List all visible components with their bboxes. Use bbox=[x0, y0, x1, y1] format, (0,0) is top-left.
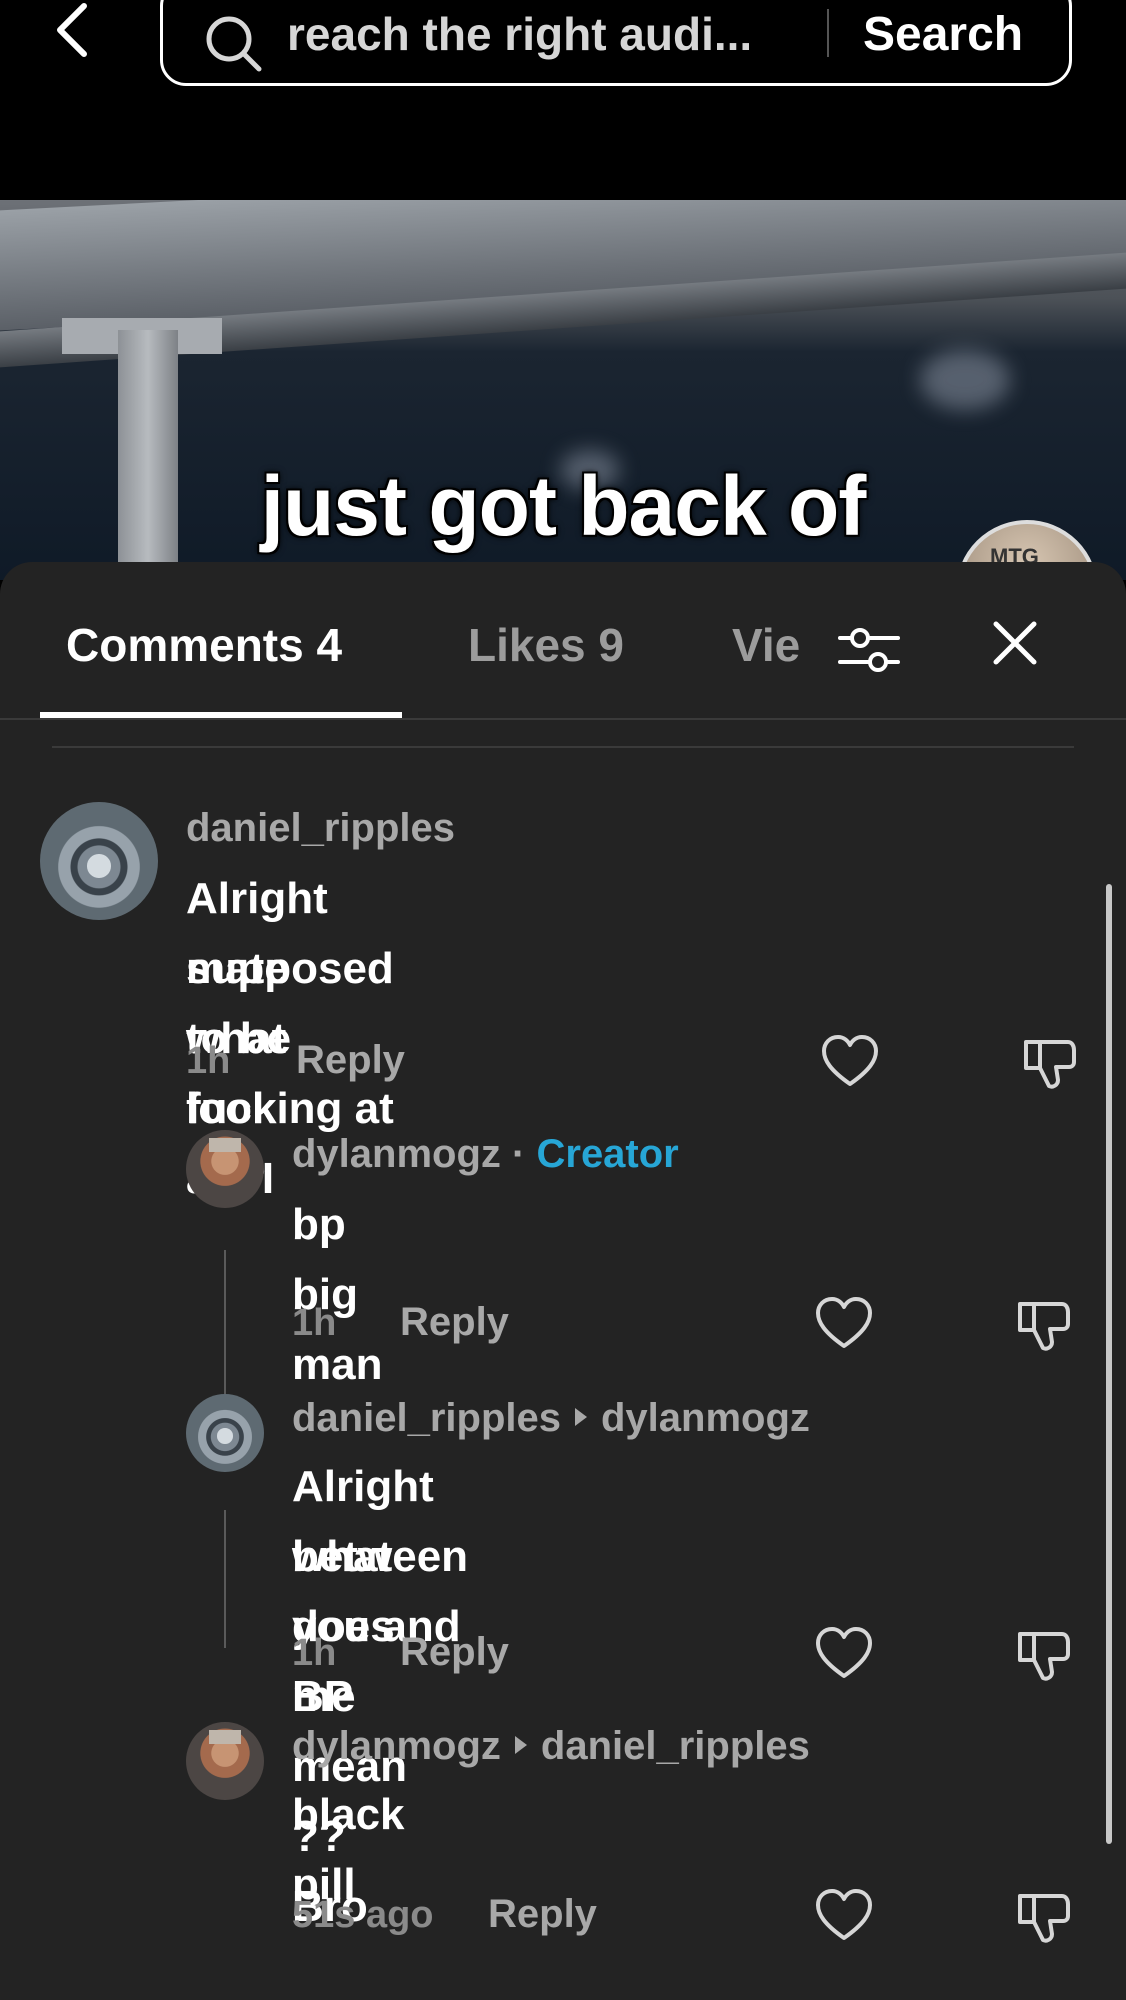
list-divider bbox=[52, 746, 1074, 748]
comment-time: 51s ago bbox=[292, 1894, 434, 1936]
tab-comments[interactable]: Comments 4 bbox=[66, 618, 342, 672]
top-bar: reach the right audi... Search bbox=[0, 0, 1126, 200]
close-icon[interactable] bbox=[990, 618, 1040, 668]
reply-username[interactable]: daniel_ripples bbox=[292, 1396, 561, 1440]
video-light bbox=[920, 350, 1010, 410]
reply-to-username[interactable]: dylanmogz bbox=[601, 1396, 810, 1440]
comment-time: 1h bbox=[292, 1302, 337, 1344]
thread-line bbox=[224, 1250, 226, 1412]
search-icon bbox=[206, 16, 262, 72]
comment-time: 1h bbox=[292, 1632, 337, 1674]
heart-icon[interactable] bbox=[814, 1624, 874, 1684]
comment-username[interactable]: daniel_ripples bbox=[186, 806, 455, 851]
heart-icon[interactable] bbox=[814, 1886, 874, 1946]
username-separator: · bbox=[512, 1132, 526, 1176]
comment-username: daniel_ripples dylanmogz bbox=[292, 1396, 810, 1441]
comments-panel: Comments 4 Likes 9 Vie daniel_ripples Al… bbox=[0, 562, 1126, 2000]
tab-views[interactable]: Vie bbox=[732, 618, 802, 672]
avatar[interactable] bbox=[186, 1722, 264, 1800]
reply-button[interactable]: Reply bbox=[400, 1300, 509, 1345]
heart-icon[interactable] bbox=[820, 1032, 880, 1092]
reply-button[interactable]: Reply bbox=[400, 1630, 509, 1675]
search-button[interactable]: Search bbox=[863, 7, 1023, 62]
reply-to-username[interactable]: daniel_ripples bbox=[541, 1724, 810, 1768]
thread-line bbox=[224, 1510, 226, 1648]
reply-username[interactable]: dylanmogz bbox=[292, 1132, 501, 1176]
comment-username: dylanmogz daniel_ripples bbox=[292, 1724, 810, 1769]
heart-icon[interactable] bbox=[814, 1294, 874, 1354]
panel-tabs: Comments 4 Likes 9 Vie bbox=[0, 562, 1126, 718]
reply-arrow-icon bbox=[574, 1408, 587, 1427]
filter-icon[interactable] bbox=[836, 616, 902, 682]
scrollbar[interactable] bbox=[1106, 884, 1112, 1844]
dislike-icon[interactable] bbox=[1012, 1886, 1072, 1946]
reply-username[interactable]: dylanmogz bbox=[292, 1724, 501, 1768]
reply-arrow-icon bbox=[514, 1736, 527, 1755]
creator-badge: Creator bbox=[536, 1132, 679, 1176]
comment-text-line: bp big man bbox=[292, 1200, 383, 1389]
video-preview[interactable]: just got back of MTG bbox=[0, 200, 1126, 580]
tab-likes[interactable]: Likes 9 bbox=[468, 618, 624, 672]
avatar[interactable] bbox=[186, 1394, 264, 1472]
tabs-divider bbox=[0, 718, 1126, 720]
dislike-icon[interactable] bbox=[1018, 1032, 1078, 1092]
comment-username: dylanmogz · Creator bbox=[292, 1132, 679, 1177]
reply-button[interactable]: Reply bbox=[296, 1038, 405, 1083]
dislike-icon[interactable] bbox=[1012, 1624, 1072, 1684]
back-arrow-icon[interactable] bbox=[52, 0, 92, 60]
search-query[interactable]: reach the right audi... bbox=[287, 7, 752, 61]
comment-time: 1h bbox=[186, 1040, 231, 1082]
dislike-icon[interactable] bbox=[1012, 1294, 1072, 1354]
search-divider bbox=[827, 9, 829, 57]
reply-button[interactable]: Reply bbox=[488, 1892, 597, 1937]
avatar[interactable] bbox=[40, 802, 158, 920]
search-box[interactable]: reach the right audi... Search bbox=[160, 0, 1072, 86]
avatar[interactable] bbox=[186, 1130, 264, 1208]
video-caption: just got back of bbox=[260, 459, 867, 553]
